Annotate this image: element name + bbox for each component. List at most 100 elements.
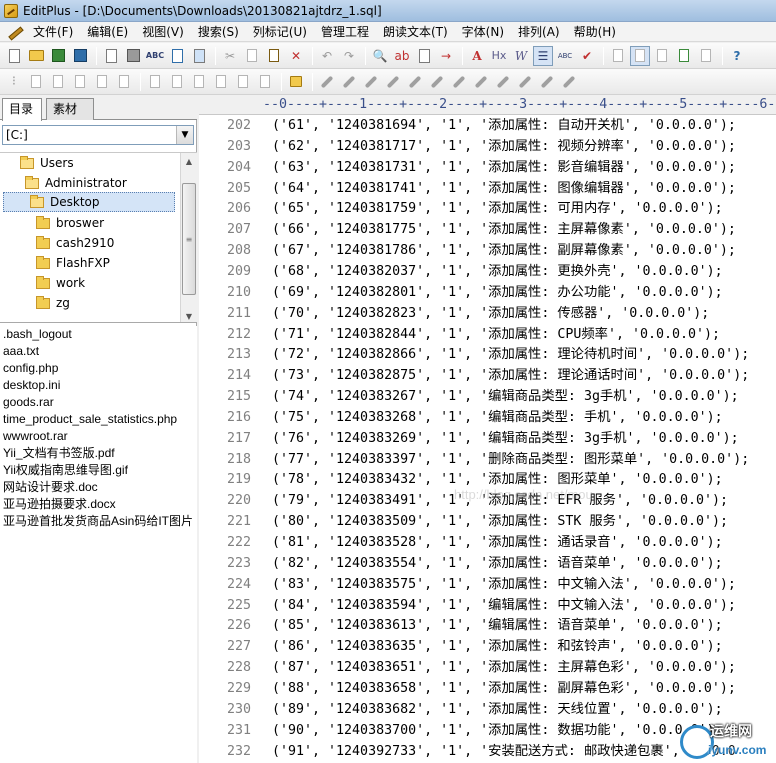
code-line[interactable]: 209 ('68', '1240382037', '1', '添加属性: 更换外壳…	[199, 261, 776, 282]
drive-select[interactable]: [C:] ▼	[2, 125, 194, 145]
file-item[interactable]: goods.rar	[0, 394, 197, 411]
scrollbar-thumb[interactable]: ≡	[182, 183, 196, 295]
cliptext-button[interactable]	[608, 46, 628, 66]
code-line[interactable]: 225 ('84', '1240383594', '1', '编辑属性: 中文输入…	[199, 595, 776, 616]
tree-item-cash2910[interactable]: cash2910	[36, 233, 114, 253]
code-line[interactable]: 212 ('71', '1240382844', '1', '添加属性: CPU频…	[199, 324, 776, 345]
tool-button-3[interactable]	[70, 72, 90, 92]
tool-button-6[interactable]	[145, 72, 165, 92]
user-tool-11-button[interactable]	[537, 72, 557, 92]
code-line[interactable]: 207 ('66', '1240381775', '1', '添加属性: 主屏幕像…	[199, 219, 776, 240]
tree-item-flashfxp[interactable]: FlashFXP	[36, 253, 110, 273]
code-line[interactable]: 221 ('80', '1240383509', '1', '添加属性: STK …	[199, 511, 776, 532]
file-item[interactable]: time_product_sale_statistics.php	[0, 411, 197, 428]
user-tool-2-button[interactable]	[339, 72, 359, 92]
replace-button[interactable]: ab	[392, 46, 412, 66]
new-file-button[interactable]	[4, 46, 24, 66]
scroll-up-icon[interactable]: ▲	[181, 153, 197, 169]
output-window-button[interactable]	[652, 46, 672, 66]
user-tool-9-button[interactable]	[493, 72, 513, 92]
code-line[interactable]: 218 ('77', '1240383397', '1', '删除商品类型: 图形…	[199, 449, 776, 470]
find-in-files-button[interactable]	[414, 46, 434, 66]
copy-button[interactable]	[242, 46, 262, 66]
code-line[interactable]: 224 ('83', '1240383575', '1', '添加属性: 中文输入…	[199, 574, 776, 595]
code-line[interactable]: 208 ('67', '1240381786', '1', '添加属性: 副屏幕像…	[199, 240, 776, 261]
menu-font[interactable]: 字体(N)	[455, 22, 511, 42]
menu-project[interactable]: 管理工程	[314, 22, 376, 42]
tree-scrollbar[interactable]: ▲ ≡ ▼	[180, 153, 197, 322]
file-item[interactable]: wwwroot.rar	[0, 428, 197, 445]
tree-item-users[interactable]: Users	[20, 153, 74, 173]
tool-button-1[interactable]	[26, 72, 46, 92]
tool-button-11[interactable]	[255, 72, 275, 92]
file-item[interactable]: 亚马逊首批发货商品Asin码给IT图片	[0, 513, 197, 530]
menu-help[interactable]: 帮助(H)	[567, 22, 623, 42]
file-item[interactable]: 网站设计要求.doc	[0, 479, 197, 496]
tool-button-8[interactable]	[189, 72, 209, 92]
undo-button[interactable]: ↶	[317, 46, 337, 66]
redo-button[interactable]: ↷	[339, 46, 359, 66]
code-line[interactable]: 231 ('90', '1240383700', '1', '添加属性: 数据功能…	[199, 720, 776, 741]
user-tool-6-button[interactable]	[427, 72, 447, 92]
file-item[interactable]: Yii权威指南思维导图.gif	[0, 462, 197, 479]
scroll-down-icon[interactable]: ▼	[181, 308, 197, 322]
code-line[interactable]: 206 ('65', '1240381759', '1', '添加属性: 可用内存…	[199, 198, 776, 219]
code-line[interactable]: 204 ('63', '1240381731', '1', '添加属性: 影音编辑…	[199, 157, 776, 178]
tool-button-10[interactable]	[233, 72, 253, 92]
directory-window-button[interactable]	[630, 45, 650, 66]
user-tool-7-button[interactable]	[449, 72, 469, 92]
code-line[interactable]: 227 ('86', '1240383635', '1', '添加属性: 和弦铃声…	[199, 636, 776, 657]
find-button[interactable]: 🔍	[370, 46, 390, 66]
print-preview-button[interactable]	[101, 46, 121, 66]
cut-button[interactable]: ✂	[220, 46, 240, 66]
tree-item-administrator[interactable]: Administrator	[25, 173, 127, 193]
open-button[interactable]	[26, 46, 46, 66]
menu-arrange[interactable]: 排列(A)	[511, 22, 567, 42]
code-line[interactable]: 214 ('73', '1240382875', '1', '添加属性: 理论通话…	[199, 365, 776, 386]
spell-check-button[interactable]: ABC	[145, 46, 165, 66]
file-item[interactable]: 亚马逊拍摄要求.docx	[0, 496, 197, 513]
word-wrap-button[interactable]: W	[511, 46, 531, 66]
code-line[interactable]: 228 ('87', '1240383651', '1', '添加属性: 主屏幕色…	[199, 657, 776, 678]
editor-area[interactable]: 202 ('61', '1240381694', '1', '添加属性: 自动开关…	[199, 115, 776, 763]
html-preview-button[interactable]	[167, 46, 187, 66]
tree-item-zg[interactable]: zg	[36, 293, 70, 313]
code-line[interactable]: 230 ('89', '1240383682', '1', '添加属性: 天线位置…	[199, 699, 776, 720]
code-line[interactable]: 215 ('74', '1240383267', '1', '编辑商品类型: 3g…	[199, 386, 776, 407]
tool-button-7[interactable]	[167, 72, 187, 92]
print-button[interactable]	[123, 46, 143, 66]
paste-button[interactable]	[264, 46, 284, 66]
spell-check-icon-button[interactable]: ✔	[577, 46, 597, 66]
tool-button-4[interactable]	[92, 72, 112, 92]
user-tool-1-button[interactable]	[317, 72, 337, 92]
save-all-button[interactable]	[70, 46, 90, 66]
tile-button[interactable]	[696, 46, 716, 66]
user-tool-12-button[interactable]	[559, 72, 579, 92]
tab-cliptext[interactable]: 素材	[46, 98, 94, 120]
configure-tools-button[interactable]	[286, 72, 306, 92]
code-line[interactable]: 223 ('82', '1240383554', '1', '添加属性: 语音菜单…	[199, 553, 776, 574]
tool-button-5[interactable]	[114, 72, 134, 92]
user-tool-10-button[interactable]	[515, 72, 535, 92]
code-line[interactable]: 205 ('64', '1240381741', '1', '添加属性: 图像编辑…	[199, 178, 776, 199]
user-tool-8-button[interactable]	[471, 72, 491, 92]
code-line[interactable]: 229 ('88', '1240383658', '1', '添加属性: 副屏幕色…	[199, 678, 776, 699]
user-tool-5-button[interactable]	[405, 72, 425, 92]
user-tool-3-button[interactable]	[361, 72, 381, 92]
menu-column[interactable]: 列标记(U)	[246, 22, 314, 42]
tool-button-2[interactable]	[48, 72, 68, 92]
line-number-button[interactable]: ☰	[533, 45, 553, 66]
code-line[interactable]: 213 ('72', '1240382866', '1', '添加属性: 理论待机…	[199, 344, 776, 365]
user-tool-4-button[interactable]	[383, 72, 403, 92]
tool-button-9[interactable]	[211, 72, 231, 92]
code-line[interactable]: 216 ('75', '1240383268', '1', '编辑商品类型: 手机…	[199, 407, 776, 428]
code-line[interactable]: 202 ('61', '1240381694', '1', '添加属性: 自动开关…	[199, 115, 776, 136]
context-help-button[interactable]: ?	[727, 46, 747, 66]
code-line[interactable]: 226 ('85', '1240383613', '1', '编辑属性: 语音菜单…	[199, 615, 776, 636]
file-item[interactable]: .bash_logout	[0, 326, 197, 343]
ruler-button[interactable]: ABC	[555, 46, 575, 66]
tree-item-work[interactable]: work	[36, 273, 85, 293]
code-line[interactable]: 210 ('69', '1240382801', '1', '添加属性: 办公功能…	[199, 282, 776, 303]
delete-button[interactable]: ✕	[286, 46, 306, 66]
code-line[interactable]: 219 ('78', '1240383432', '1', '添加属性: 图形菜单…	[199, 469, 776, 490]
